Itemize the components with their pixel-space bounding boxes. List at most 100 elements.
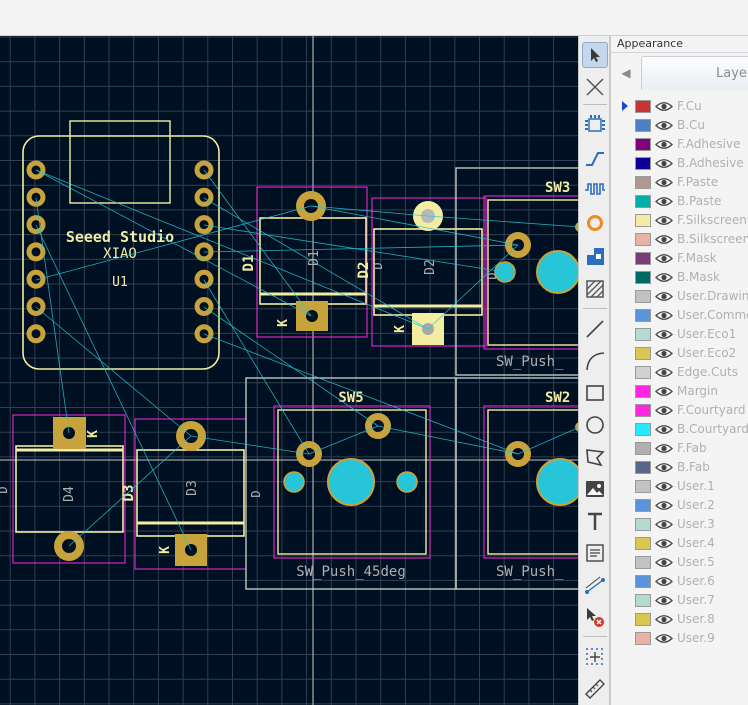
visibility-eye-icon[interactable]	[655, 594, 673, 607]
layer-color-swatch[interactable]	[635, 518, 651, 531]
visibility-eye-icon[interactable]	[655, 100, 673, 113]
pcb-drawing[interactable]: Seeed Studio XIAO U1 D1 D1 K D2 D2 K D S…	[0, 36, 578, 705]
layer-row[interactable]: User.Comments	[611, 306, 748, 325]
footprint-sw3[interactable]: SW3 SW_Push_ D	[455, 167, 578, 376]
polygon-button[interactable]	[582, 444, 608, 470]
layer-row[interactable]: B.Adhesive	[611, 154, 748, 173]
unselect-cross-button[interactable]	[582, 74, 608, 100]
layer-color-swatch[interactable]	[635, 195, 651, 208]
layer-row[interactable]: F.Paste	[611, 173, 748, 192]
visibility-eye-icon[interactable]	[655, 328, 673, 341]
layer-row[interactable]: User.9	[611, 629, 748, 648]
select-tool-button[interactable]	[582, 42, 608, 68]
visibility-eye-icon[interactable]	[655, 233, 673, 246]
layer-color-swatch[interactable]	[635, 499, 651, 512]
layer-row[interactable]: F.Fab	[611, 439, 748, 458]
visibility-eye-icon[interactable]	[655, 157, 673, 170]
footprint-d4[interactable]: D4 K D	[0, 414, 126, 564]
layer-color-swatch[interactable]	[635, 233, 651, 246]
layer-color-swatch[interactable]	[635, 537, 651, 550]
tab-scroll-left-icon[interactable]: ◀	[615, 56, 637, 90]
footprint-sw2[interactable]: SW2 SW_Push_	[455, 377, 578, 590]
layer-color-swatch[interactable]	[635, 347, 651, 360]
rule-area-button[interactable]	[582, 276, 608, 302]
via-button[interactable]	[582, 210, 608, 236]
line-button[interactable]	[582, 316, 608, 342]
layer-row[interactable]: B.Paste	[611, 192, 748, 211]
visibility-eye-icon[interactable]	[655, 575, 673, 588]
visibility-eye-icon[interactable]	[655, 290, 673, 303]
visibility-eye-icon[interactable]	[655, 404, 673, 417]
layer-color-swatch[interactable]	[635, 594, 651, 607]
visibility-eye-icon[interactable]	[655, 347, 673, 360]
layer-row[interactable]: F.Mask	[611, 249, 748, 268]
layer-color-swatch[interactable]	[635, 385, 651, 398]
layer-color-swatch[interactable]	[635, 480, 651, 493]
visibility-eye-icon[interactable]	[655, 271, 673, 284]
visibility-eye-icon[interactable]	[655, 556, 673, 569]
visibility-eye-icon[interactable]	[655, 499, 673, 512]
layer-row[interactable]: F.Courtyard	[611, 401, 748, 420]
visibility-eye-icon[interactable]	[655, 423, 673, 436]
visibility-eye-icon[interactable]	[655, 480, 673, 493]
layer-color-swatch[interactable]	[635, 575, 651, 588]
layer-row[interactable]: B.Mask	[611, 268, 748, 287]
image-button[interactable]	[582, 476, 608, 502]
grid-origin-button[interactable]	[582, 644, 608, 670]
layer-color-swatch[interactable]	[635, 214, 651, 227]
layer-color-swatch[interactable]	[635, 632, 651, 645]
layer-row[interactable]: B.Courtyard	[611, 420, 748, 439]
layer-color-swatch[interactable]	[635, 404, 651, 417]
layer-row[interactable]: User.5	[611, 553, 748, 572]
visibility-eye-icon[interactable]	[655, 195, 673, 208]
layer-row[interactable]: User.8	[611, 610, 748, 629]
layer-row[interactable]: User.Drawings	[611, 287, 748, 306]
pcb-canvas[interactable]: Seeed Studio XIAO U1 D1 D1 K D2 D2 K D S…	[0, 36, 578, 705]
visibility-eye-icon[interactable]	[655, 252, 673, 265]
layer-color-swatch[interactable]	[635, 100, 651, 113]
layer-color-swatch[interactable]	[635, 556, 651, 569]
layer-row[interactable]: B.Fab	[611, 458, 748, 477]
measure-button[interactable]	[582, 676, 608, 702]
footprint-button[interactable]	[582, 112, 608, 138]
visibility-eye-icon[interactable]	[655, 309, 673, 322]
layer-row[interactable]: User.Eco1	[611, 325, 748, 344]
add-zone-button[interactable]	[582, 243, 608, 269]
footprint-d2[interactable]: D2 D2 K D	[356, 197, 487, 347]
layer-color-swatch[interactable]	[635, 461, 651, 474]
layer-color-swatch[interactable]	[635, 309, 651, 322]
circle-button[interactable]	[582, 412, 608, 438]
layer-color-swatch[interactable]	[635, 423, 651, 436]
visibility-eye-icon[interactable]	[655, 176, 673, 189]
tune-length-button[interactable]	[582, 176, 608, 202]
layer-color-swatch[interactable]	[635, 138, 651, 151]
dimension-button[interactable]	[582, 572, 608, 598]
visibility-eye-icon[interactable]	[655, 119, 673, 132]
visibility-eye-icon[interactable]	[655, 632, 673, 645]
layer-color-swatch[interactable]	[635, 328, 651, 341]
layer-row[interactable]: User.6	[611, 572, 748, 591]
layer-color-swatch[interactable]	[635, 252, 651, 265]
layer-row[interactable]: Margin	[611, 382, 748, 401]
layer-color-swatch[interactable]	[635, 157, 651, 170]
visibility-eye-icon[interactable]	[655, 366, 673, 379]
rectangle-button[interactable]	[582, 380, 608, 406]
visibility-eye-icon[interactable]	[655, 518, 673, 531]
layer-color-swatch[interactable]	[635, 613, 651, 626]
layer-color-swatch[interactable]	[635, 271, 651, 284]
layer-row[interactable]: Edge.Cuts	[611, 363, 748, 382]
visibility-eye-icon[interactable]	[655, 138, 673, 151]
layer-row[interactable]: B.Cu	[611, 116, 748, 135]
layer-row[interactable]: User.3	[611, 515, 748, 534]
layer-row[interactable]: User.4	[611, 534, 748, 553]
layer-color-swatch[interactable]	[635, 119, 651, 132]
route-track-button[interactable]	[582, 144, 608, 170]
layer-color-swatch[interactable]	[635, 442, 651, 455]
visibility-eye-icon[interactable]	[655, 214, 673, 227]
layer-row[interactable]: F.Adhesive	[611, 135, 748, 154]
footprint-sw5[interactable]: SW5 SW_Push_45deg	[245, 377, 457, 590]
arc-button[interactable]	[582, 348, 608, 374]
layer-row[interactable]: User.2	[611, 496, 748, 515]
layer-color-swatch[interactable]	[635, 290, 651, 303]
footprint-u1-xiao[interactable]: Seeed Studio XIAO U1	[22, 120, 220, 370]
